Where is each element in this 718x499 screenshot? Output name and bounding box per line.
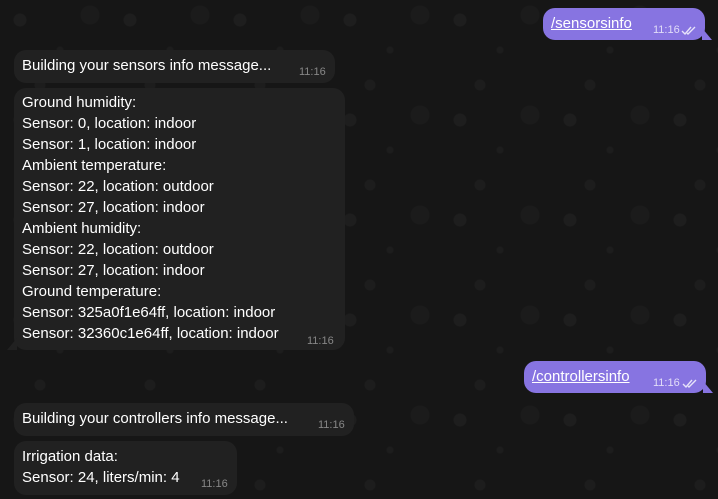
outgoing-message-sensorsinfo: /sensorsinfo 11:16 [543, 8, 712, 40]
message-text: Building your controllers info message..… [22, 410, 288, 427]
text-line: Sensor: 27, location: indoor [22, 199, 205, 216]
message-text: Building your sensors info message... [22, 57, 272, 74]
text-line: Sensor: 32360c1e64ff, location: indoor [22, 325, 279, 342]
text-line: Sensor: 1, location: indoor [22, 136, 197, 153]
bubble-tail [702, 28, 712, 40]
text-line: Sensor: 27, location: indoor [22, 262, 205, 279]
command-link-sensorsinfo[interactable]: /sensorsinfo [551, 13, 632, 34]
text-line: Sensor: 0, location: indoor [22, 115, 197, 132]
double-check-icon [681, 26, 696, 36]
text-line: Irrigation data: [22, 448, 118, 465]
message-time: 11:16 [653, 377, 680, 389]
text-line: Sensor: 22, location: outdoor [22, 241, 214, 258]
text-line: Ground temperature: [22, 283, 162, 300]
double-check-icon [682, 379, 697, 389]
incoming-message-building-sensors: Building your sensors info message... 11… [14, 50, 335, 83]
incoming-message-irrigation: Irrigation data: Sensor: 24, liters/min:… [14, 441, 237, 495]
text-line: Ambient humidity: [22, 220, 142, 237]
bubble-tail [7, 338, 17, 350]
message-body: Ground humidity: Sensor: 0, location: in… [22, 92, 279, 344]
message-body: Irrigation data: Sensor: 24, liters/min:… [22, 446, 180, 488]
text-line: Sensor: 24, liters/min: 4 [22, 469, 180, 486]
text-line: Sensor: 22, location: outdoor [22, 178, 214, 195]
incoming-message-building-controllers: Building your controllers info message..… [14, 403, 354, 436]
text-line: Ambient temperature: [22, 157, 167, 174]
message-time: 11:16 [201, 478, 228, 490]
incoming-message-sensors-list: Ground humidity: Sensor: 0, location: in… [7, 88, 345, 350]
text-line: Ground humidity: [22, 94, 137, 111]
message-time: 11:16 [299, 66, 326, 78]
command-link-controllersinfo[interactable]: /controllersinfo [532, 366, 630, 387]
message-time: 11:16 [307, 335, 334, 347]
message-time: 11:16 [653, 24, 680, 36]
text-line: Sensor: 325a0f1e64ff, location: indoor [22, 304, 276, 321]
bubble-tail [703, 381, 713, 393]
outgoing-message-controllersinfo: /controllersinfo 11:16 [524, 361, 713, 393]
message-time: 11:16 [318, 419, 345, 431]
